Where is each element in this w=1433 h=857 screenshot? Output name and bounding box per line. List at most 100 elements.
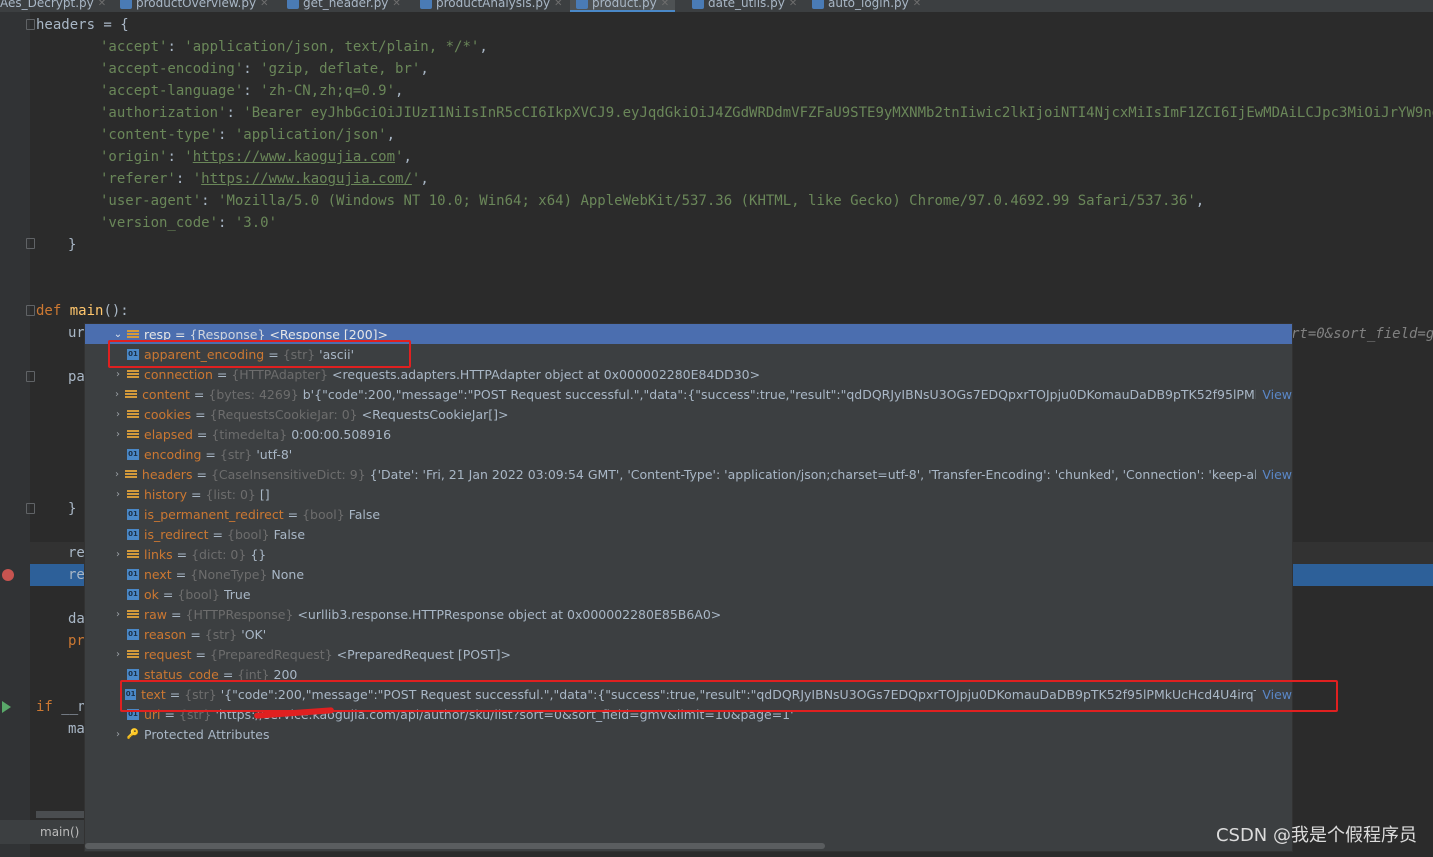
python-file-icon	[120, 0, 132, 9]
chevron-down-icon[interactable]: ⌄	[109, 329, 127, 340]
chevron-right-icon[interactable]: ›	[109, 549, 127, 560]
code-line-accept-encoding[interactable]: 'accept-encoding': 'gzip, deflate, br',	[100, 58, 429, 80]
fold-icon[interactable]	[26, 238, 35, 249]
tab-aes-decrypt[interactable]: Aes_Decrypt.py ✕	[0, 0, 106, 12]
variable-name: links	[144, 546, 173, 562]
code-line-if-main[interactable]: if __n	[36, 696, 87, 718]
code-line-user-agent[interactable]: 'user-agent': 'Mozilla/5.0 (Windows NT 1…	[100, 190, 1204, 212]
close-icon[interactable]: ✕	[98, 0, 106, 9]
close-icon[interactable]: ✕	[913, 0, 921, 9]
equals-sign: =	[196, 426, 208, 442]
chevron-right-icon[interactable]: ›	[109, 409, 127, 420]
editor-gutter	[0, 12, 30, 857]
code-line-content-type[interactable]: 'content-type': 'application/json',	[100, 124, 395, 146]
tab-get-header[interactable]: get_header.py ✕	[287, 0, 401, 12]
variable-row[interactable]: › headers = {CaseInsensitiveDict: 9} {'Date'…	[85, 464, 1292, 484]
chevron-right-icon[interactable]: ›	[109, 389, 125, 400]
variable-type: {list: 0}	[205, 486, 256, 502]
breadcrumb-function[interactable]: main()	[0, 820, 84, 844]
horizontal-scrollbar[interactable]	[85, 843, 825, 849]
close-icon[interactable]: ✕	[392, 0, 400, 9]
code-fragment-main-call[interactable]: ma	[68, 718, 85, 740]
variable-value: {'Date': 'Fri, 21 Jan 2022 03:09:54 GMT'…	[369, 466, 1257, 482]
chevron-right-icon[interactable]: ›	[109, 609, 127, 620]
code-fragment-brace[interactable]: }	[68, 498, 76, 520]
chevron-right-icon[interactable]: ›	[109, 729, 127, 740]
chevron-right-icon[interactable]: ›	[109, 489, 127, 500]
variable-value: []	[259, 486, 270, 502]
variable-value: 0:00:00.508916	[291, 426, 392, 442]
fold-icon[interactable]	[26, 371, 35, 382]
variable-type: {bool}	[177, 586, 220, 602]
variable-row[interactable]: 01 is_permanent_redirect = {bool} False	[85, 504, 1292, 524]
debugger-variable-popup[interactable]: ⌄ resp = {Response} <Response [200]> 01 a…	[84, 323, 1293, 852]
chevron-right-icon[interactable]: ›	[109, 649, 127, 660]
primitive-value-icon: 01	[127, 628, 139, 640]
code-line-accept[interactable]: 'accept': 'application/json, text/plain,…	[100, 36, 488, 58]
code-fragment-params[interactable]: pa	[68, 366, 85, 388]
code-line-close-brace[interactable]: }	[68, 234, 76, 256]
highlight-box-apparent-encoding	[108, 340, 411, 368]
variable-row[interactable]: › request = {PreparedRequest} <PreparedReque…	[85, 644, 1292, 664]
close-icon[interactable]: ✕	[554, 0, 562, 9]
chevron-right-icon[interactable]: ›	[109, 369, 127, 380]
highlight-box-text	[120, 680, 1338, 712]
tab-date-utils[interactable]: date_utils.py ✕	[692, 0, 797, 12]
tab-product-overview[interactable]: productOverview.py ✕	[120, 0, 268, 12]
variable-type: {PreparedRequest}	[210, 646, 333, 662]
variable-row[interactable]: › links = {dict: 0}{}	[85, 544, 1292, 564]
variable-row[interactable]: › history = {list: 0}[]	[85, 484, 1292, 504]
variable-row[interactable]: › 🔑 Protected Attributes	[85, 724, 1292, 744]
python-file-icon	[692, 0, 704, 9]
view-link[interactable]: View	[1262, 467, 1292, 482]
variable-row[interactable]: 01 next = {NoneType} None	[85, 564, 1292, 584]
variable-value: 'OK'	[241, 626, 267, 642]
fold-icon[interactable]	[26, 503, 35, 514]
code-fragment-re-1[interactable]: re	[68, 542, 85, 564]
fold-icon[interactable]	[26, 305, 35, 316]
variable-name: is_redirect	[144, 526, 209, 542]
variable-row[interactable]: › raw = {HTTPResponse} <urllib3.response.HTT…	[85, 604, 1292, 624]
variable-name: history	[144, 486, 187, 502]
variable-row[interactable]: 01 ok = {bool} True	[85, 584, 1292, 604]
primitive-value-icon: 01	[127, 508, 139, 520]
code-line-def-main[interactable]: def main():	[36, 300, 129, 322]
code-fragment-re-2[interactable]: re	[68, 564, 85, 586]
view-link[interactable]: View	[1262, 387, 1292, 402]
variable-row[interactable]: 01 encoding = {str}'utf-8'	[85, 444, 1292, 464]
tab-product-analysis[interactable]: productAnalysis.py ✕	[420, 0, 563, 12]
fold-icon[interactable]	[26, 19, 35, 30]
chevron-right-icon[interactable]: ›	[109, 469, 125, 480]
variable-row[interactable]: 01 is_redirect = {bool} False	[85, 524, 1292, 544]
code-line-accept-language[interactable]: 'accept-language': 'zh-CN,zh;q=0.9',	[100, 80, 403, 102]
equals-sign: =	[287, 506, 299, 522]
variable-row[interactable]: › elapsed = {timedelta} 0:00:00.508916	[85, 424, 1292, 444]
chevron-right-icon[interactable]: ›	[109, 429, 127, 440]
code-line-origin[interactable]: 'origin': 'https://www.kaogujia.com',	[100, 146, 412, 168]
run-icon[interactable]	[2, 701, 11, 713]
variable-name: request	[144, 646, 192, 662]
code-fragment-url[interactable]: ur	[68, 322, 85, 344]
code-fragment-data[interactable]: da	[68, 608, 85, 630]
variable-row[interactable]: › cookies = {RequestsCookieJar: 0} <Requests…	[85, 404, 1292, 424]
object-icon	[127, 549, 139, 560]
object-icon	[125, 389, 138, 400]
variable-value: False	[348, 506, 381, 522]
variable-name: cookies	[144, 406, 192, 422]
variable-row[interactable]: 01 reason = {str} 'OK'	[85, 624, 1292, 644]
code-line-headers[interactable]: headers = {	[36, 14, 129, 36]
variable-value: True	[223, 586, 251, 602]
code-line-version-code[interactable]: 'version_code': '3.0'	[100, 212, 277, 234]
code-line-referer[interactable]: 'referer': 'https://www.kaogujia.com/',	[100, 168, 429, 190]
close-icon[interactable]: ✕	[789, 0, 797, 9]
close-icon[interactable]: ✕	[661, 0, 669, 9]
breakpoint-icon[interactable]	[2, 569, 14, 581]
code-line-authorization[interactable]: 'authorization': 'Bearer eyJhbGciOiJIUzI…	[100, 102, 1433, 124]
tab-product[interactable]: product.py ✕	[570, 0, 676, 12]
variable-name: reason	[144, 626, 187, 642]
code-fragment-print[interactable]: pr	[68, 630, 85, 652]
variable-row[interactable]: › content = {bytes: 4269} b'{"code":200,"mes…	[85, 384, 1292, 404]
close-icon[interactable]: ✕	[260, 0, 268, 9]
tab-auto-login[interactable]: auto_login.py ✕	[812, 0, 921, 12]
editor-scroll-thumb[interactable]	[36, 811, 84, 818]
